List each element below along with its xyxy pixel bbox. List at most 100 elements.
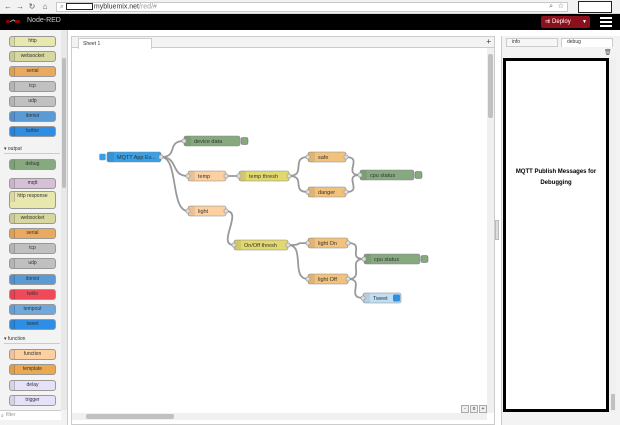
palette-node-serial[interactable]: serial	[9, 66, 56, 77]
palette-node-ibmiot[interactable]: ibmiot	[9, 274, 56, 285]
flow-node-light-off[interactable]: light Off	[305, 273, 351, 285]
address-bar[interactable]: ⌕ mybluemix.net/red/# ⌕ ☆	[56, 2, 568, 12]
input-port[interactable]	[357, 172, 363, 178]
zoom-reset-button[interactable]: o	[470, 405, 478, 413]
palette-node-http[interactable]: http	[9, 36, 56, 47]
wire-n4-n6[interactable]	[288, 175, 309, 193]
back-icon[interactable]: ←	[3, 2, 13, 12]
tab-info[interactable]: info	[506, 38, 558, 47]
palette-node-udp[interactable]: udp	[9, 96, 56, 107]
palette-node-template[interactable]: template	[9, 364, 56, 375]
zoom-in-button[interactable]: +	[479, 405, 487, 413]
forward-icon[interactable]: →	[15, 2, 25, 12]
wire-n1-n2[interactable]	[160, 140, 185, 158]
input-port[interactable]	[231, 242, 237, 248]
input-port[interactable]	[236, 173, 242, 179]
wire-n10-n12[interactable]	[347, 242, 365, 260]
palette-node-tweet[interactable]: tweet	[9, 319, 56, 330]
flow-canvas[interactable]: MQTT App Ev... device data temp temp thresh…	[72, 48, 486, 412]
palette-node-tcp[interactable]: tcp	[9, 243, 56, 254]
node-port	[10, 290, 15, 299]
flow-node-light-on[interactable]: light On	[305, 237, 351, 249]
flow-node-device-data[interactable]: device data	[181, 135, 249, 147]
palette-node-tempout[interactable]: tempout	[9, 304, 56, 315]
debug-toggle-button[interactable]	[414, 171, 423, 179]
debug-toggle-button[interactable]	[420, 255, 429, 263]
magnifier-icon[interactable]: ⌕	[549, 3, 553, 11]
input-port[interactable]	[181, 138, 187, 144]
zoom-out-button[interactable]: -	[461, 405, 469, 413]
workspace-horizontal-scroll-thumb[interactable]	[86, 414, 174, 419]
output-port[interactable]	[158, 154, 164, 160]
flow-node-temp-thresh[interactable]: temp thresh	[236, 170, 292, 182]
output-port[interactable]	[286, 173, 292, 179]
output-port[interactable]	[223, 208, 229, 214]
input-port[interactable]	[305, 276, 311, 282]
input-port[interactable]	[185, 208, 191, 214]
palette-node-serial[interactable]: serial	[9, 228, 56, 239]
wire-n5-n7[interactable]	[345, 156, 361, 176]
wire-n8-n9[interactable]	[225, 210, 235, 246]
flow-node-safe[interactable]: safe	[305, 151, 349, 163]
plus-icon[interactable]: +	[486, 37, 491, 47]
wire-n11-n13[interactable]	[347, 278, 364, 299]
input-port[interactable]	[305, 189, 311, 195]
palette-scroll-thumb[interactable]	[62, 58, 66, 188]
input-port[interactable]	[361, 256, 367, 262]
palette-node-function[interactable]: function	[9, 349, 56, 360]
debug-toggle-button[interactable]	[240, 137, 249, 145]
palette-node-twitter[interactable]: twitter	[9, 126, 56, 137]
star-icon[interactable]: ☆	[558, 3, 564, 11]
trash-icon[interactable]: 🗑	[604, 49, 612, 56]
palette-node-tcp[interactable]: tcp	[9, 81, 56, 92]
wire-n1-n3[interactable]	[160, 156, 189, 177]
input-port[interactable]	[185, 173, 191, 179]
output-port[interactable]	[345, 240, 351, 246]
flow-node-light[interactable]: light	[185, 205, 229, 217]
wire-n9-n11[interactable]	[287, 244, 309, 280]
palette-node-debug[interactable]: debug	[9, 159, 56, 170]
workspace-vertical-scroll-thumb[interactable]	[488, 54, 493, 118]
flow-node-temp[interactable]: temp	[185, 170, 229, 182]
palette-node-udp[interactable]: udp	[9, 258, 56, 269]
output-port[interactable]	[345, 276, 351, 282]
wire-n11-n12[interactable]	[347, 258, 365, 280]
output-port[interactable]	[343, 189, 349, 195]
input-port[interactable]	[305, 240, 311, 246]
wire-n4-n5[interactable]	[288, 156, 309, 177]
output-port[interactable]	[285, 242, 291, 248]
input-port[interactable]	[305, 154, 311, 160]
inject-button[interactable]	[98, 153, 107, 161]
palette-node-trigger[interactable]: trigger	[9, 395, 56, 406]
profile-redacted-block[interactable]	[578, 1, 612, 13]
sidebar-scrollbar[interactable]	[610, 58, 616, 412]
home-icon[interactable]: ⌂	[40, 2, 50, 12]
flow-node-mqtt-app-ev-[interactable]: MQTT App Ev...	[98, 151, 164, 163]
reload-icon[interactable]: ↻	[27, 2, 37, 12]
flow-node-cpu-status[interactable]: cpu status	[357, 169, 423, 181]
flow-node-tweet[interactable]: Tweet	[360, 292, 402, 304]
palette-node-twilio[interactable]: twilio	[9, 289, 56, 300]
input-port[interactable]	[360, 295, 366, 301]
palette-node-mqtt[interactable]: mqtt	[9, 178, 56, 189]
output-port[interactable]	[343, 154, 349, 160]
palette-node-http-response[interactable]: http response	[9, 191, 56, 209]
url-redacted-block	[65, 3, 93, 10]
flow-node-cpu-status[interactable]: cpu status	[361, 253, 429, 265]
palette-node-ibmiot[interactable]: ibmiot	[9, 111, 56, 122]
tab-debug[interactable]: debug	[561, 38, 613, 47]
palette-node-websocket[interactable]: websocket	[9, 51, 56, 62]
output-port[interactable]	[223, 173, 229, 179]
sidebar-scroll-thumb[interactable]	[611, 394, 615, 410]
deploy-button[interactable]: ⇉ Deploy ▼	[541, 16, 590, 28]
palette-node-delay[interactable]: delay	[9, 380, 56, 391]
palette-category-function[interactable]: ▾ function	[4, 336, 60, 344]
sidebar-splitter[interactable]	[495, 220, 499, 240]
flow-node-on-off-thresh[interactable]: On/Off thresh	[231, 239, 291, 251]
flow-node-danger[interactable]: danger	[305, 186, 349, 198]
wire-n6-n7[interactable]	[345, 174, 361, 193]
palette-search-input[interactable]: ⌕ filter	[0, 410, 61, 420]
palette-category-output[interactable]: ▾ output	[4, 146, 60, 154]
hamburger-icon[interactable]	[600, 17, 612, 27]
palette-node-websocket[interactable]: websocket	[9, 213, 56, 224]
